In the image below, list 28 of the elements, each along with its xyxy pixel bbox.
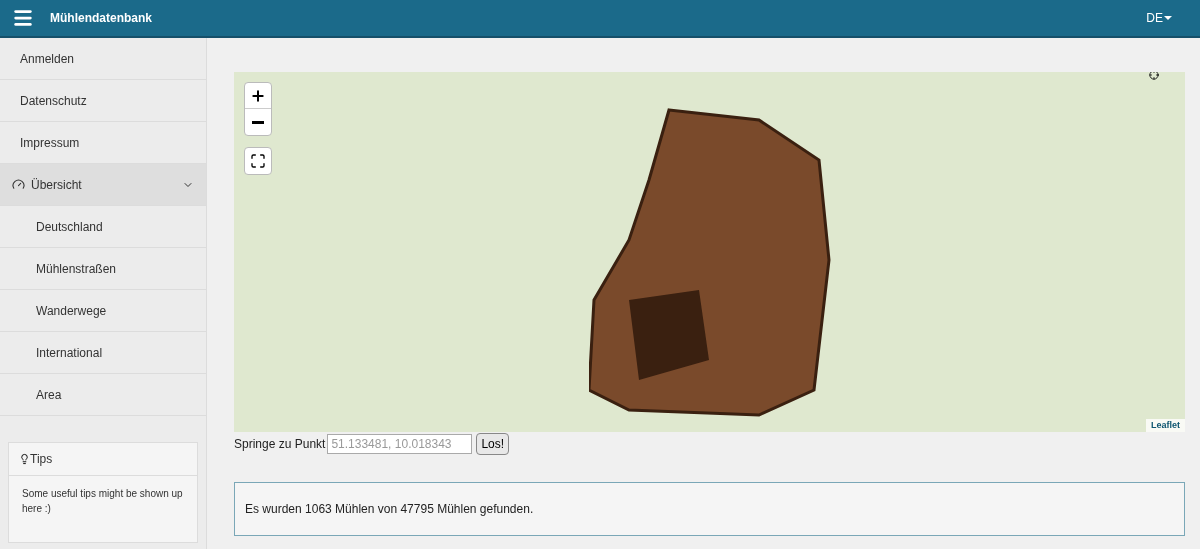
dashboard-icon <box>12 178 25 191</box>
sidebar-item[interactable]: Datenschutz <box>0 80 206 122</box>
sidebar-group-label: Übersicht <box>31 176 82 194</box>
sidebar-item[interactable]: Anmelden <box>0 38 206 80</box>
lightbulb-icon <box>19 453 30 465</box>
location-icon <box>1149 72 1159 80</box>
sidebar-item[interactable]: Area <box>0 374 206 416</box>
tips-text: Some useful tips might be shown up here :) <box>21 487 184 516</box>
caret-icon <box>1164 16 1172 20</box>
result-text: Es wurden 1063 Mühlen von 47795 Mühlen gefunden. <box>245 501 534 518</box>
go-button[interactable]: Los! <box>476 433 510 455</box>
plus-icon <box>250 87 266 104</box>
sidebar-item[interactable]: Mühlenstraßen <box>0 248 206 290</box>
tips-title: Tips <box>30 451 53 468</box>
fullscreen-button[interactable] <box>244 147 272 175</box>
sidebar-item[interactable]: Deutschland <box>0 206 206 248</box>
menu-icon[interactable] <box>12 7 34 29</box>
map[interactable]: Leaflet <box>234 72 1185 432</box>
minus-icon <box>252 120 264 124</box>
attribution-link[interactable]: Leaflet <box>1146 418 1185 432</box>
app-title: Mühlendatenbank <box>50 10 152 27</box>
sidebar-item[interactable]: International <box>0 332 206 374</box>
language-dropdown[interactable]: DE <box>1146 9 1172 27</box>
jump-label: Springe zu Punkt <box>234 436 326 453</box>
fullscreen-icon <box>250 153 266 169</box>
sidebar-item[interactable]: Wanderwege <box>0 290 206 332</box>
coordinates-field[interactable]: 51.133481, 10.018343 <box>327 434 473 454</box>
sidebar-group[interactable]: Übersicht <box>0 164 206 206</box>
